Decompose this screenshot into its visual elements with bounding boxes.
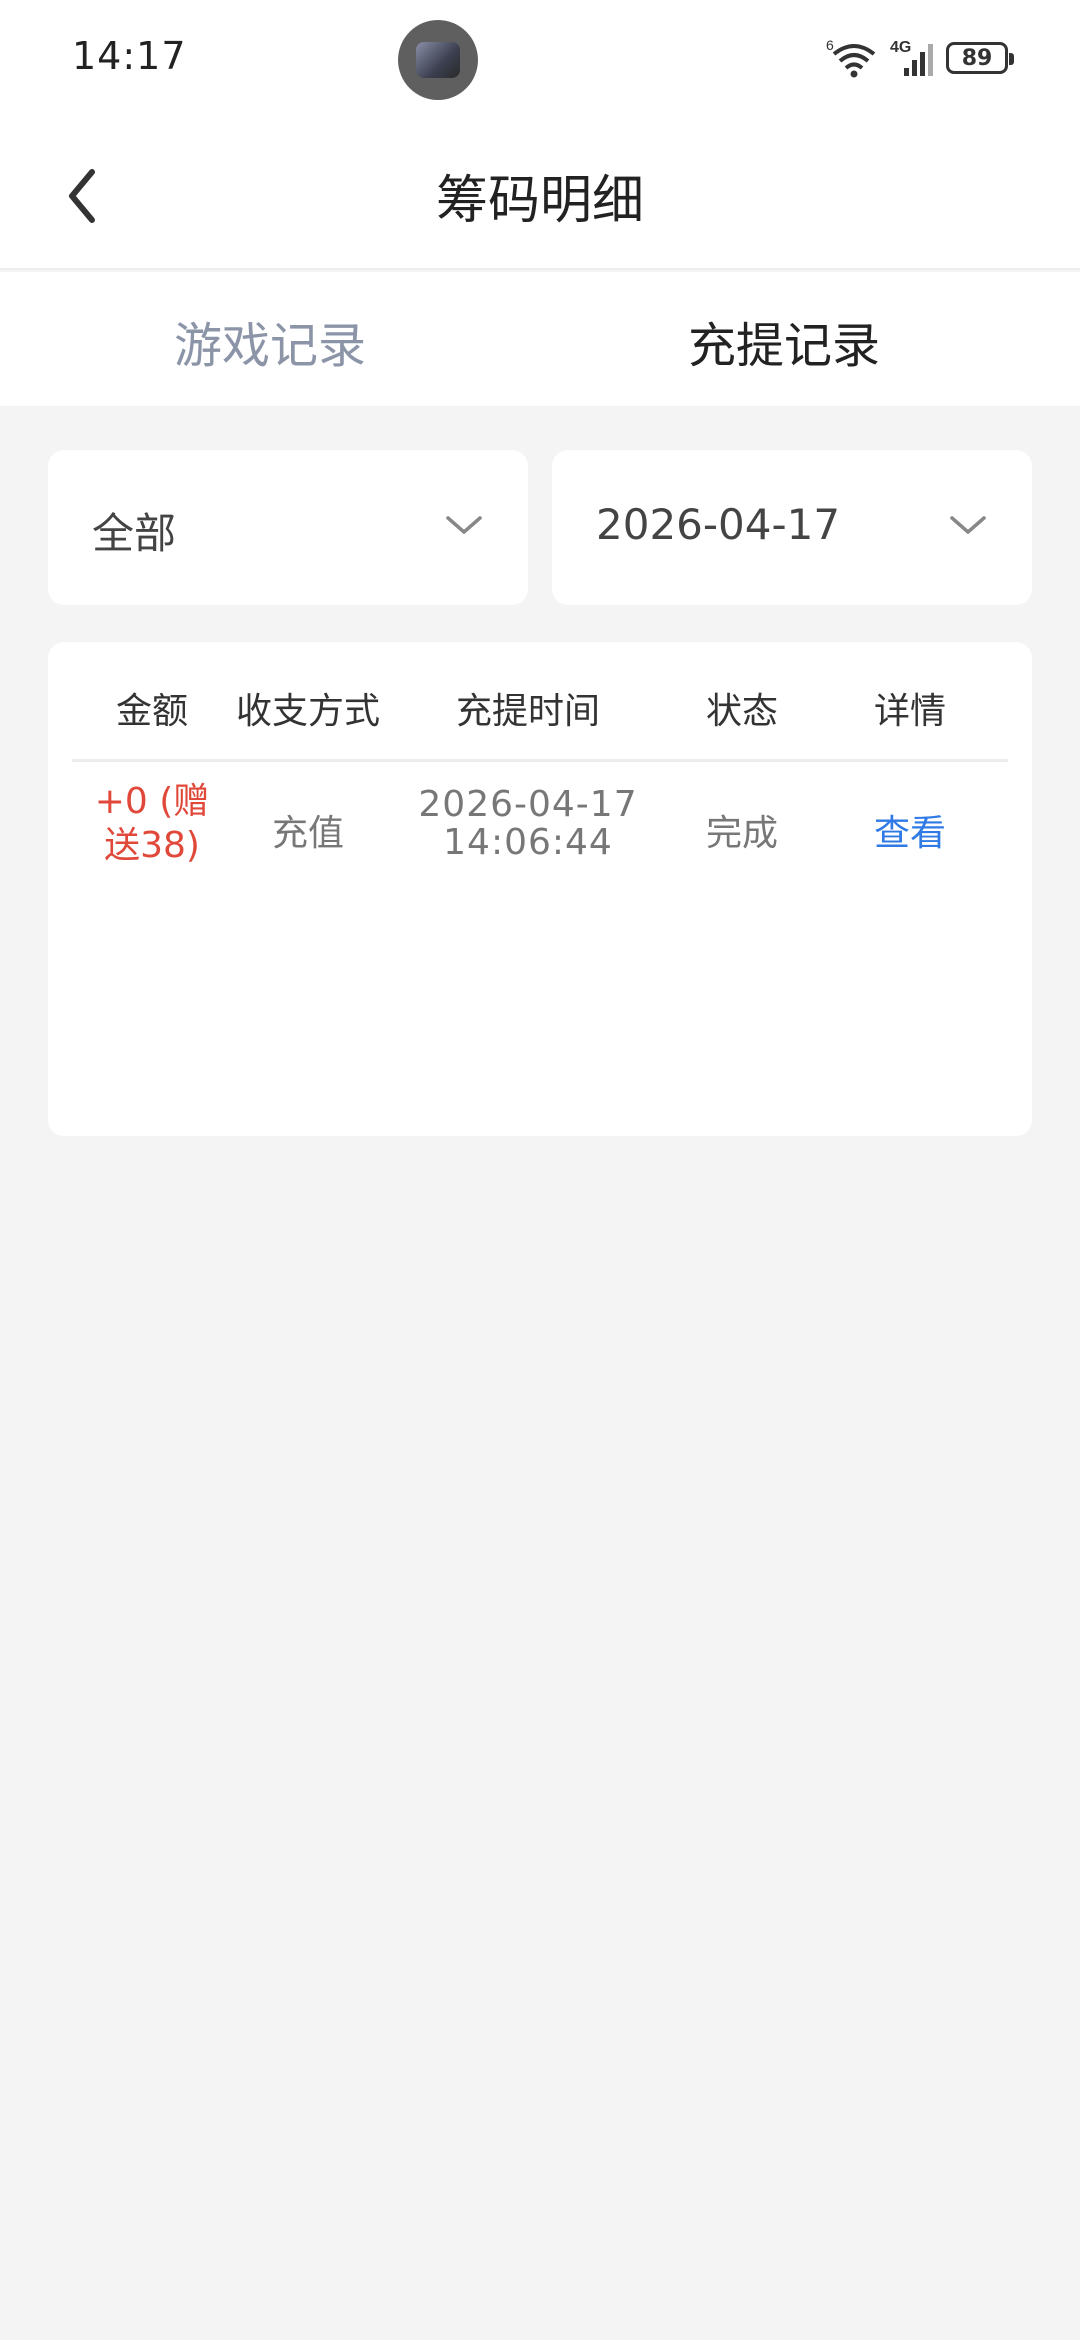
status-bar: 14:17 6 4G 89: [0, 0, 1080, 120]
amount-line-2: 送38): [104, 825, 200, 866]
wifi-icon: 6: [826, 37, 876, 78]
chevron-down-icon: [446, 516, 482, 534]
floating-avatar[interactable]: [398, 20, 478, 100]
time-date: 2026-04-17: [418, 784, 638, 825]
table-header: 金额 收支方式 充提时间 状态 详情: [72, 642, 1008, 762]
signal-icon: 4G: [890, 39, 933, 76]
filters: 全部 2026-04-17: [48, 450, 1032, 605]
tab-game-records[interactable]: 游戏记录: [0, 306, 540, 376]
nav-bar: 筹码明细: [0, 120, 1080, 270]
tab-deposit-withdraw-records[interactable]: 充提记录: [514, 306, 1054, 376]
date-filter-value: 2026-04-17: [596, 500, 841, 549]
wifi-label: 6: [826, 37, 834, 53]
column-status: 状态: [705, 691, 778, 732]
battery-level: 89: [961, 45, 993, 71]
type-filter-value: 全部: [92, 509, 177, 558]
table-row: +0 (赠 送38) 充值 2026-04-17 14:06:44 完成 查看: [72, 762, 1008, 892]
column-method: 收支方式: [235, 691, 380, 732]
column-time: 充提时间: [455, 691, 600, 732]
amount-line-1: +0 (赠: [94, 781, 210, 822]
view-detail-link[interactable]: 查看: [812, 804, 1008, 856]
network-label: 4G: [890, 39, 911, 56]
time-clock: 14:06:44: [443, 822, 613, 863]
column-amount: 金额: [115, 691, 188, 732]
record-tabs: 游戏记录 充提记录: [0, 272, 1080, 406]
date-filter-dropdown[interactable]: 2026-04-17: [552, 450, 1032, 605]
chevron-down-icon: [950, 516, 986, 534]
battery-icon: 89: [946, 42, 1014, 74]
records-table: 金额 收支方式 充提时间 状态 详情 +0 (赠 送38) 充值 2026-04…: [48, 642, 1032, 1136]
avatar-image: [416, 42, 460, 78]
amount-cell: +0 (赠 送38): [72, 780, 232, 868]
method-cell: 充值: [271, 813, 344, 854]
status-time: 14:17: [72, 34, 187, 78]
status-cell: 完成: [705, 813, 778, 854]
type-filter-dropdown[interactable]: 全部: [48, 450, 528, 605]
page-title: 筹码明细: [435, 171, 644, 231]
time-cell: 2026-04-17 14:06:44: [384, 786, 672, 862]
column-detail: 详情: [873, 691, 946, 732]
